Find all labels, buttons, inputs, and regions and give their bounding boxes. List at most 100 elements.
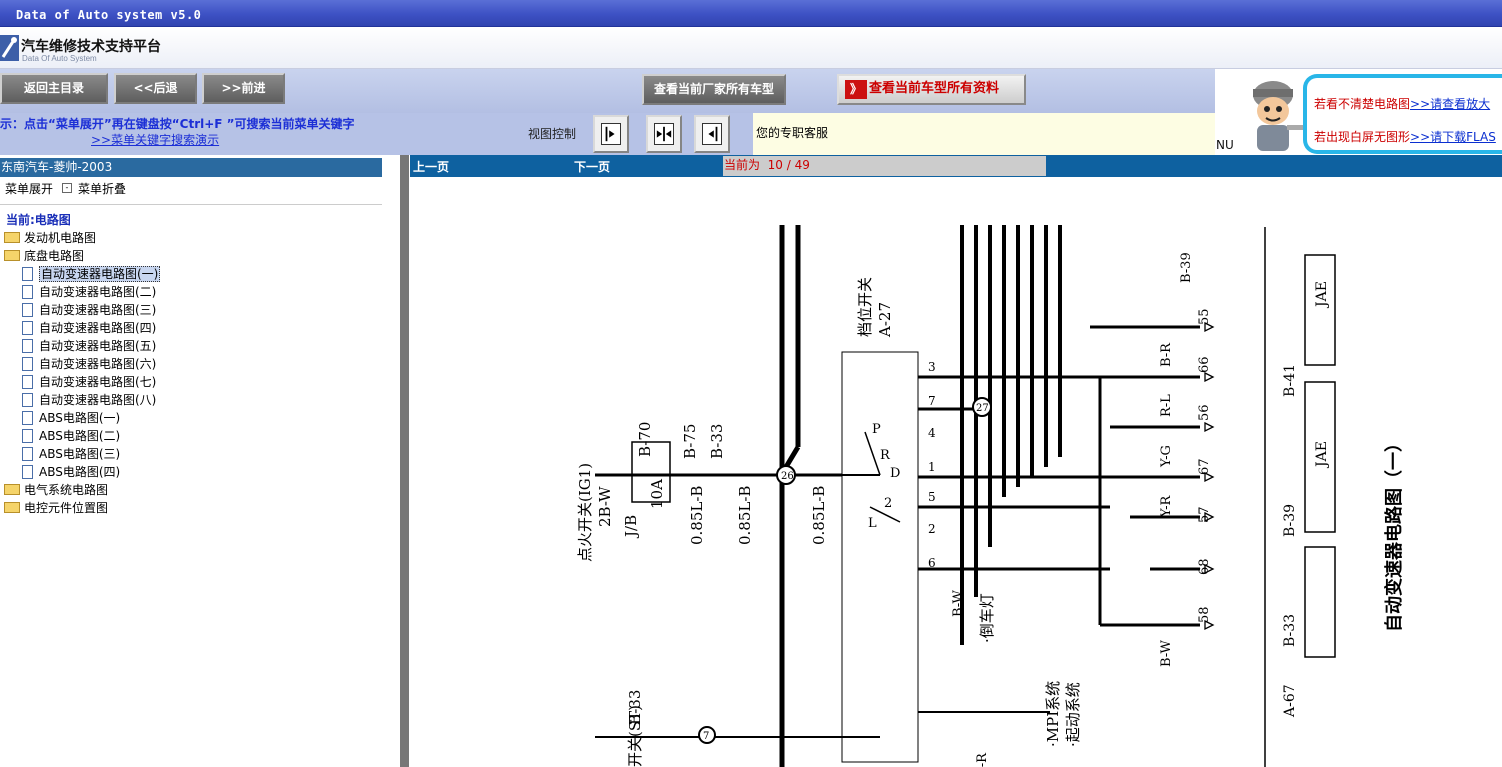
tree-item-at-2[interactable]: 自动变速器电路图(二) xyxy=(22,283,156,301)
tree-item-at-5[interactable]: 自动变速器电路图(五) xyxy=(22,337,156,355)
document-icon xyxy=(22,410,33,425)
all-models-button[interactable]: 查看当前厂家所有车型 xyxy=(642,74,786,105)
svg-text:2: 2 xyxy=(928,522,936,536)
page-number: 10 / 49 xyxy=(767,158,810,172)
svg-text:B-33: B-33 xyxy=(708,424,726,459)
flash-download-link[interactable]: >>请下载FLAS xyxy=(1410,130,1496,144)
svg-text:·倒车灯: ·倒车灯 xyxy=(978,593,996,643)
view-left-button[interactable] xyxy=(593,115,629,153)
tree-folder-engine[interactable]: 发动机电路图 xyxy=(4,229,96,247)
svg-text:10A: 10A xyxy=(648,479,666,509)
menu-collapse-button[interactable]: 菜单折叠 xyxy=(78,180,126,197)
tree-item-abs-1[interactable]: ABS电路图(一) xyxy=(22,409,120,427)
svg-text:B-33: B-33 xyxy=(1282,614,1298,647)
svg-text:0.85L-B: 0.85L-B xyxy=(810,486,828,545)
tree-item-abs-2[interactable]: ABS电路图(二) xyxy=(22,427,120,445)
document-icon xyxy=(22,320,33,335)
svg-text:B-R: B-R xyxy=(975,752,990,767)
tree-item-at-8[interactable]: 自动变速器电路图(八) xyxy=(22,391,156,409)
document-icon xyxy=(22,356,33,371)
svg-text:B-75: B-75 xyxy=(681,424,699,459)
svg-text:0.85L-B: 0.85L-B xyxy=(688,486,706,545)
svg-text:5: 5 xyxy=(928,490,936,504)
prev-page-link[interactable]: 上一页 xyxy=(413,158,449,175)
svg-text:3: 3 xyxy=(928,360,936,374)
svg-text:56: 56 xyxy=(1197,404,1212,421)
svg-text:A-27: A-27 xyxy=(876,302,894,338)
svg-text:D: D xyxy=(890,466,900,481)
tree-folder-component-location[interactable]: 电控元件位置图 xyxy=(4,499,108,517)
ad-nu-text: NU xyxy=(1216,138,1234,152)
wiring-diagram: 26 点火开关(IG1) 2B-W J/B 10A 0.85L-B 0.85L-… xyxy=(410,177,1502,767)
svg-text:Y-G: Y-G xyxy=(1159,445,1174,468)
customer-service-panel: 您的专职客服 xyxy=(753,113,1215,155)
sidebar-header: 东南汽车-菱帅-2003 xyxy=(0,158,382,177)
customer-service-text: 您的专职客服 xyxy=(756,126,829,140)
folder-icon xyxy=(4,484,20,495)
svg-text:点火开关(IG1): 点火开关(IG1) xyxy=(576,463,594,562)
diagram-title: 自动变速器电路图（一） xyxy=(1383,434,1405,632)
tree-item-abs-4[interactable]: ABS电路图(四) xyxy=(22,463,120,481)
view-center-button[interactable] xyxy=(646,115,682,153)
view-control-label: 视图控制 xyxy=(528,127,577,141)
svg-text:·起动系统: ·起动系统 xyxy=(1064,682,1082,747)
circuit-svg: 26 点火开关(IG1) 2B-W J/B 10A 0.85L-B 0.85L-… xyxy=(576,225,1405,767)
pane-splitter[interactable] xyxy=(382,155,410,767)
wrench-logo-icon xyxy=(0,35,19,61)
home-button[interactable]: 返回主目录 xyxy=(0,73,108,104)
tree-item-at-1[interactable]: 自动变速器电路图(一) xyxy=(22,265,161,283)
tree-item-at-6[interactable]: 自动变速器电路图(六) xyxy=(22,355,156,373)
svg-text:B-39: B-39 xyxy=(1179,252,1194,283)
svg-text:27: 27 xyxy=(976,403,989,414)
next-page-link[interactable]: 下一页 xyxy=(574,158,610,175)
document-icon xyxy=(22,392,33,407)
brand-title: 汽车维修技术支持平台 xyxy=(21,39,161,55)
folder-icon xyxy=(4,502,20,513)
folder-icon xyxy=(4,232,20,243)
svg-text:B-39: B-39 xyxy=(1282,504,1298,537)
tree-item-at-3[interactable]: 自动变速器电路图(三) xyxy=(22,301,156,319)
tree-item-abs-3[interactable]: ABS电路图(三) xyxy=(22,445,120,463)
tree-current: 当前:电路图 xyxy=(6,213,71,227)
ad-line1: 若看不清楚电路图>>请查看放大 xyxy=(1314,97,1491,111)
svg-text:档位开关: 档位开关 xyxy=(856,277,874,337)
search-hint-text: 示：点击“菜单展开”再在键盘按“Ctrl+F ”可搜索当前菜单关键字 xyxy=(0,117,355,131)
search-demo-link[interactable]: >>菜单关键字搜索演示 xyxy=(91,131,219,148)
svg-text:A-67: A-67 xyxy=(1282,684,1298,718)
all-data-button[interactable]: 》 查看当前车型所有资料 xyxy=(837,74,1026,105)
sidebar-controls: 菜单展开 - 菜单折叠 xyxy=(0,177,382,205)
svg-text:1: 1 xyxy=(928,460,936,474)
tree-item-at-7[interactable]: 自动变速器电路图(七) xyxy=(22,373,156,391)
svg-text:2: 2 xyxy=(884,496,892,511)
main-toolbar: 返回主目录 <<后退 >>前进 查看当前厂家所有车型 》 查看当前车型所有资料 xyxy=(0,69,1215,113)
tree-item-at-4[interactable]: 自动变速器电路图(四) xyxy=(22,319,156,337)
svg-text:R-L: R-L xyxy=(1159,394,1174,417)
forward-button[interactable]: >>前进 xyxy=(202,73,285,104)
view-right-button[interactable] xyxy=(694,115,730,153)
page-indicator: 当前为 10 / 49 xyxy=(723,156,1046,176)
menu-expand-button[interactable]: 菜单展开 xyxy=(5,180,53,197)
document-icon xyxy=(22,302,33,317)
svg-text:7: 7 xyxy=(703,731,709,742)
svg-text:P: P xyxy=(872,422,881,437)
collapse-box-icon: - xyxy=(62,183,72,193)
tree-folder-electrical[interactable]: 电气系统电路图 xyxy=(4,481,108,499)
help-ad-panel: 若看不清楚电路图>>请查看放大 若出现白屏无图形>>请下载FLAS NU xyxy=(1215,69,1502,155)
document-icon xyxy=(22,374,33,389)
tree-folder-chassis[interactable]: 底盘电路图 xyxy=(4,247,84,265)
align-center-icon xyxy=(654,123,674,145)
svg-text:66: 66 xyxy=(1197,356,1212,373)
document-icon xyxy=(22,284,33,299)
svg-text:JAE: JAE xyxy=(1314,281,1330,309)
svg-text:0.85L-B: 0.85L-B xyxy=(736,486,754,545)
zoom-help-link[interactable]: >>请查看放大 xyxy=(1410,97,1490,111)
document-icon xyxy=(22,338,33,353)
svg-text:B-W: B-W xyxy=(951,590,966,617)
svg-text:R: R xyxy=(880,448,891,463)
document-icon xyxy=(22,446,33,461)
back-button[interactable]: <<后退 xyxy=(114,73,197,104)
document-icon xyxy=(22,428,33,443)
document-icon xyxy=(22,266,33,281)
brand-strip: 汽车维修技术支持平台 Data Of Auto System xyxy=(0,27,1502,69)
document-icon xyxy=(22,464,33,479)
